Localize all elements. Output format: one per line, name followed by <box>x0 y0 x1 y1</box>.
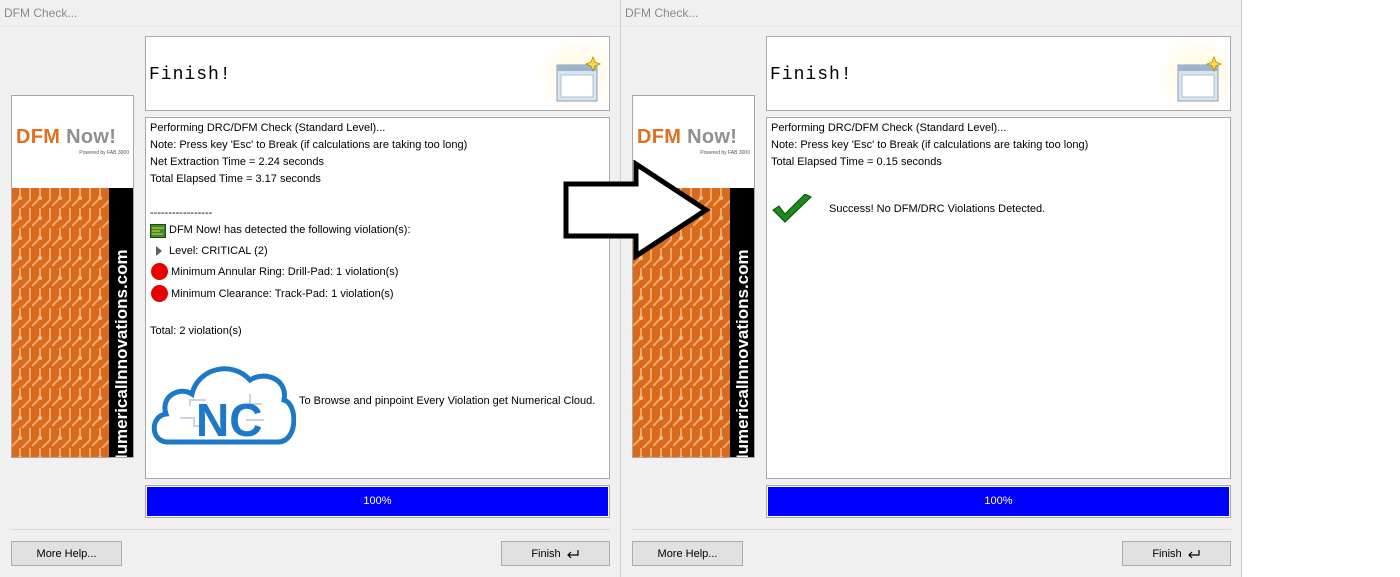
button-divider <box>632 529 1231 530</box>
results-log: Performing DRC/DFM Check (Standard Level… <box>766 117 1231 479</box>
success-message: Success! No DFM/DRC Violations Detected. <box>829 203 1046 215</box>
more-help-label: More Help... <box>36 547 97 560</box>
title-divider <box>0 26 620 27</box>
dfm-now-logo: DFM Now! <box>16 126 117 148</box>
wizard-header: Finish! <box>766 36 1231 111</box>
powered-by: Powered by FAB 3000 <box>79 150 129 156</box>
more-help-button[interactable]: More Help... <box>632 541 743 566</box>
right-arrow-icon <box>563 160 711 260</box>
log-separator: ----------------- <box>150 207 213 219</box>
title-divider <box>621 26 1241 27</box>
wizard-icon <box>1156 39 1228 109</box>
finish-button[interactable]: Finish <box>1122 541 1231 566</box>
svg-text:NC: NC <box>196 394 262 446</box>
progress-fill: 100% <box>768 487 1229 516</box>
wizard-icon <box>535 39 607 109</box>
banner-website: NumericalInnovations.com <box>112 249 131 458</box>
wizard-header: Finish! <box>145 36 610 111</box>
more-help-label: More Help... <box>657 547 718 560</box>
detected-message: DFM Now! has detected the following viol… <box>169 224 411 236</box>
numerical-cloud-logo[interactable]: NC <box>150 358 296 446</box>
log-line: Note: Press key 'Esc' to Break (if calcu… <box>771 139 1089 151</box>
dfm-dialog-before: DFM Check... DFM Now! Powered by FAB 300… <box>0 0 621 577</box>
log-line: Total Elapsed Time = 3.17 seconds <box>150 173 321 185</box>
log-line: Net Extraction Time = 2.24 seconds <box>150 156 324 168</box>
page-title: Finish! <box>149 65 232 85</box>
log-line: Performing DRC/DFM Check (Standard Level… <box>771 122 1007 134</box>
log-line: Total Elapsed Time = 0.15 seconds <box>771 156 942 168</box>
violation-total: Total: 2 violation(s) <box>150 325 242 337</box>
violation-item[interactable]: Minimum Annular Ring: Drill-Pad: 1 viola… <box>171 266 398 278</box>
dfm-now-banner: DFM Now! Powered by FAB 3000 NumericalIn… <box>632 95 755 458</box>
finish-label: Finish <box>1152 547 1182 560</box>
log-line: Performing DRC/DFM Check (Standard Level… <box>150 122 386 134</box>
violation-icon <box>151 285 168 302</box>
dfm-dialog-after: DFM Check... DFM Now! Powered by FAB 300… <box>621 0 1242 577</box>
window-title: DFM Check... <box>4 6 78 20</box>
enter-key-icon <box>1187 549 1200 558</box>
button-divider <box>11 529 610 530</box>
banner-website: NumericalInnovations.com <box>733 249 752 458</box>
expand-triangle-icon[interactable] <box>156 246 162 256</box>
violation-item[interactable]: Minimum Clearance: Track-Pad: 1 violatio… <box>171 288 394 300</box>
violation-level[interactable]: Level: CRITICAL (2) <box>169 245 268 257</box>
progress-bar: 100% <box>766 485 1231 518</box>
dfm-now-banner: DFM Now! Powered by FAB 3000 NumericalIn… <box>11 95 134 458</box>
window-title: DFM Check... <box>625 6 699 20</box>
violation-icon <box>151 263 168 280</box>
check-icon <box>772 194 812 223</box>
progress-fill: 100% <box>147 487 608 516</box>
page-title: Finish! <box>770 65 853 85</box>
results-log: Performing DRC/DFM Check (Standard Level… <box>145 117 610 479</box>
dfm-now-logo: DFM Now! <box>637 126 738 148</box>
more-help-button[interactable]: More Help... <box>11 541 122 566</box>
numerical-cloud-text[interactable]: To Browse and pinpoint Every Violation g… <box>299 395 595 407</box>
powered-by: Powered by FAB 3000 <box>700 150 750 156</box>
log-line: Note: Press key 'Esc' to Break (if calcu… <box>150 139 468 151</box>
pcb-icon <box>150 224 166 238</box>
finish-button[interactable]: Finish <box>501 541 610 566</box>
progress-bar: 100% <box>145 485 610 518</box>
enter-key-icon <box>566 549 579 558</box>
finish-label: Finish <box>531 547 561 560</box>
